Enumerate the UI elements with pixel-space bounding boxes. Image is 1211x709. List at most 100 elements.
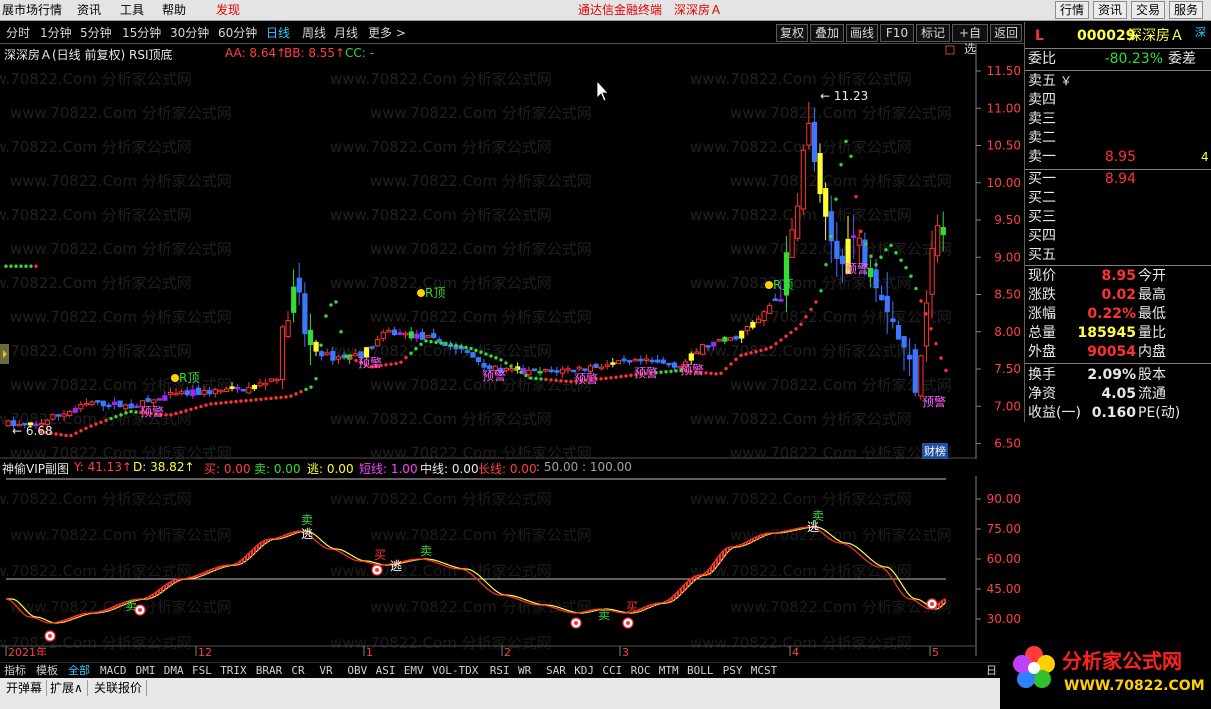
indicator-tab[interactable]: VOL-TDX (432, 664, 478, 678)
indicator-tab[interactable]: OBV (347, 664, 367, 678)
bid-row[interactable]: 买二 (1025, 189, 1211, 208)
danmaku-button[interactable]: 开弹幕 (6, 680, 48, 696)
menu-discover[interactable]: 发现 (216, 2, 240, 19)
ask-row[interactable]: 卖三 (1025, 110, 1211, 129)
bid-row[interactable]: 买三 (1025, 208, 1211, 227)
candle-body (912, 349, 918, 393)
watermark-text: www.70822.Com 分析家公式网 (0, 562, 192, 580)
indicator-tab[interactable]: SAR (546, 664, 566, 678)
candle-body (335, 356, 342, 360)
indicator-tab[interactable]: VR (319, 664, 332, 678)
indicator-tab[interactable]: TRIX (220, 664, 247, 678)
rsi-dot (474, 348, 478, 353)
watermark-text: www.70822.Com 分析家公式网 (370, 308, 592, 326)
finance-tag[interactable]: 财榜 (922, 443, 948, 459)
y-tick-label: 8.50 (994, 288, 1021, 302)
period-more[interactable]: 更多 > (368, 25, 406, 41)
related-quote-button[interactable]: 关联报价 (94, 680, 148, 696)
rtop-label: R顶 (425, 286, 445, 300)
rsi-dot (169, 413, 173, 417)
bid-row[interactable]: 买一 8.94 (1025, 170, 1211, 189)
period-weekly[interactable]: 周线 (302, 25, 326, 41)
period-30min[interactable]: 30分钟 (170, 25, 209, 41)
chart-corner-marker-icon (945, 45, 955, 55)
indicator-tab[interactable]: KDJ (574, 664, 594, 678)
indicator-tab[interactable]: FSL (192, 664, 212, 678)
candle-body (201, 389, 207, 395)
indicator-tab[interactable]: BOLL (687, 664, 714, 678)
menu-help[interactable]: 帮助 (162, 2, 186, 19)
candle-body (162, 395, 168, 401)
candle-body (884, 295, 890, 313)
period-daily[interactable]: 日线 (266, 25, 290, 41)
back-button[interactable]: 返回 (990, 24, 1022, 42)
indicator-tab[interactable]: PSY (723, 664, 743, 678)
indicator-tab[interactable]: 全部 (68, 664, 90, 678)
rsi-dot (114, 414, 118, 419)
main-kline-svg[interactable]: www.70822.Com 分析家公式网 www.70822.Com 分析家公式网… (0, 44, 1024, 462)
bid-row[interactable]: 买五 (1025, 246, 1211, 265)
rsi-dot (99, 420, 103, 424)
indicator-tab[interactable]: 模板 (36, 664, 58, 678)
rsi-dot (184, 409, 188, 413)
main-kline-chart[interactable]: www.70822.Com 分析家公式网 www.70822.Com 分析家公式网… (0, 44, 1024, 462)
rsi-dot (279, 395, 283, 400)
rsi-dot (859, 229, 863, 234)
indicator-tab[interactable]: MTM (659, 664, 679, 678)
indicator-tab[interactable]: 指标 (4, 664, 26, 678)
ask-row[interactable]: 卖一 8.95 4 (1025, 148, 1211, 167)
period-indicator-day[interactable]: 日 (986, 664, 997, 678)
candle-body (145, 398, 151, 402)
indicator-tab[interactable]: BRAR (256, 664, 283, 678)
top-button-service[interactable]: 服务 (1169, 1, 1203, 19)
bid-row[interactable]: 买四 (1025, 227, 1211, 246)
expand-button[interactable]: 扩展∧ (50, 680, 88, 696)
period-15min[interactable]: 15分钟 (122, 25, 161, 41)
buy-label: 买 (626, 600, 638, 614)
period-tick[interactable]: 分时 (6, 25, 30, 41)
sub-indicator-chart[interactable]: www.70822.Com 分析家公式网 www.70822.Com 分析家公式网… (0, 458, 1024, 659)
candle-body (274, 378, 280, 382)
indicator-tab[interactable]: CCI (602, 664, 622, 678)
indicator-tab[interactable]: RSI (490, 664, 510, 678)
period-5min[interactable]: 5分钟 (80, 25, 112, 41)
rsi-dot (724, 366, 728, 371)
bid-row-label: 买一 (1028, 171, 1056, 187)
ask-row[interactable]: 卖二 (1025, 129, 1211, 148)
top-button-quote[interactable]: 行情 (1055, 1, 1089, 19)
menu-tools[interactable]: 工具 (120, 2, 144, 19)
candle-body (352, 353, 358, 357)
period-1min[interactable]: 1分钟 (40, 25, 72, 41)
main-legend-bb: BB: 8.55↑ (284, 46, 346, 60)
sub-indicator-svg[interactable]: www.70822.Com 分析家公式网 www.70822.Com 分析家公式网… (0, 458, 1024, 659)
ask-row[interactable]: 卖五 ￥ (1025, 72, 1211, 91)
indicator-tab[interactable]: CR (291, 664, 304, 678)
adjust-button[interactable]: 复权 (776, 24, 808, 42)
indicator-tab[interactable]: WR (518, 664, 531, 678)
add-watchlist-button[interactable]: +自选 (952, 24, 988, 56)
indicator-tab[interactable]: ROC (631, 664, 651, 678)
rsi-dot (89, 424, 93, 428)
menu-market[interactable]: 展市场行情 (2, 2, 62, 19)
indicator-tab[interactable]: DMI (136, 664, 156, 678)
top-button-trade[interactable]: 交易 (1131, 1, 1165, 19)
indicator-tab[interactable]: ASI (376, 664, 396, 678)
top-button-news[interactable]: 资讯 (1093, 1, 1127, 19)
rsi-dot (899, 258, 903, 262)
stat-label: 换手 (1028, 367, 1056, 383)
overlay-button[interactable]: 叠加 (810, 24, 844, 42)
rsi-dot (529, 376, 533, 380)
y-tick-label: 7.00 (994, 399, 1021, 413)
mark-button[interactable]: 标记 (916, 24, 950, 42)
f10-button[interactable]: F10 (880, 24, 914, 42)
ask-row[interactable]: 卖四 (1025, 91, 1211, 110)
period-60min[interactable]: 60分钟 (218, 25, 257, 41)
indicator-tab[interactable]: DMA (164, 664, 184, 678)
rsi-dot (414, 347, 418, 351)
indicator-tab[interactable]: EMV (404, 664, 424, 678)
indicator-tab[interactable]: MCST (751, 664, 778, 678)
indicator-tab[interactable]: MACD (100, 664, 127, 678)
draw-button[interactable]: 画线 (846, 24, 878, 42)
period-monthly[interactable]: 月线 (334, 25, 358, 41)
menu-news[interactable]: 资讯 (77, 2, 101, 19)
